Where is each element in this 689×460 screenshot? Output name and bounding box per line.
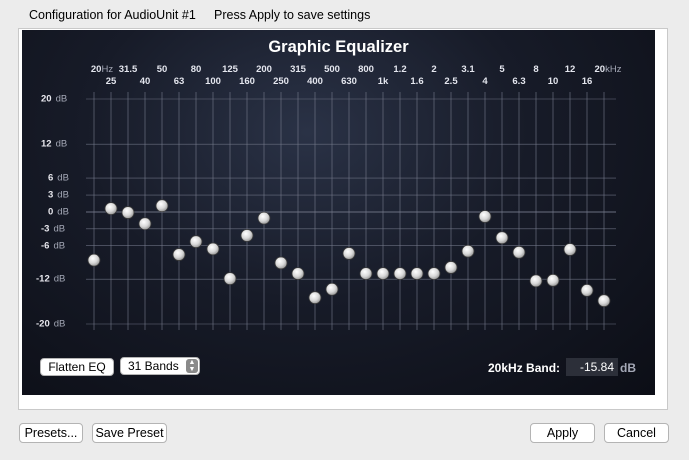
band-slider-knob[interactable] xyxy=(308,291,322,305)
apply-button[interactable]: Apply xyxy=(530,423,595,443)
selected-band-value[interactable]: -15.84 xyxy=(566,358,618,376)
selected-band-label: 20kHz Band: xyxy=(488,361,561,375)
band-slider-knob[interactable] xyxy=(512,245,526,259)
band-slider-knob[interactable] xyxy=(393,267,407,281)
band-slider-knob[interactable] xyxy=(342,247,356,260)
band-slider-knob[interactable] xyxy=(444,261,458,274)
band-slider-knob[interactable] xyxy=(138,217,152,231)
bands-select-value: 31 Bands xyxy=(128,359,179,373)
save-hint: Press Apply to save settings xyxy=(214,8,371,22)
band-slider-knob[interactable] xyxy=(563,243,577,256)
band-slider-knob[interactable] xyxy=(529,274,543,288)
band-slider-knob[interactable] xyxy=(257,211,271,225)
band-slider-knob[interactable] xyxy=(155,199,169,213)
band-slider-knob[interactable] xyxy=(274,256,288,270)
presets-button[interactable]: Presets... xyxy=(19,423,83,443)
window-title: Configuration for AudioUnit #1 xyxy=(29,8,196,22)
band-slider-knob[interactable] xyxy=(223,272,237,286)
equalizer-graph[interactable] xyxy=(22,30,655,395)
band-slider-knob[interactable] xyxy=(291,267,305,281)
band-slider-knob[interactable] xyxy=(359,267,373,281)
flatten-eq-button[interactable]: Flatten EQ xyxy=(40,358,114,376)
bands-select[interactable]: 31 Bands ▲ ▼ xyxy=(120,357,200,375)
band-slider-knob[interactable] xyxy=(376,267,390,281)
band-slider-knob[interactable] xyxy=(240,229,254,242)
band-slider-knob[interactable] xyxy=(121,206,135,219)
cancel-button[interactable]: Cancel xyxy=(604,423,669,443)
graphic-equalizer-panel: Graphic Equalizer 20Hz 31.5 50 80 125 200 315 5… xyxy=(22,30,655,395)
band-slider-knob[interactable] xyxy=(580,283,594,297)
band-slider-knob[interactable] xyxy=(597,294,611,308)
band-slider-knob[interactable] xyxy=(325,282,339,296)
band-slider-knob[interactable] xyxy=(478,210,492,223)
band-slider-knob[interactable] xyxy=(104,202,118,216)
band-slider-knob[interactable] xyxy=(87,253,101,267)
selected-band-unit: dB xyxy=(620,361,636,375)
window-header: Configuration for AudioUnit #1 Press App… xyxy=(0,0,689,30)
band-slider-knob[interactable] xyxy=(495,231,509,245)
band-slider-knob[interactable] xyxy=(410,267,424,281)
band-slider-knob[interactable] xyxy=(172,248,186,261)
save-preset-button[interactable]: Save Preset xyxy=(92,423,167,443)
select-arrows-icon: ▲ ▼ xyxy=(186,359,198,373)
band-slider-knob[interactable] xyxy=(461,244,475,258)
band-slider-knob[interactable] xyxy=(189,235,203,249)
band-slider-knob[interactable] xyxy=(427,267,441,281)
band-slider-knob[interactable] xyxy=(206,242,220,256)
band-slider-knob[interactable] xyxy=(546,273,560,287)
